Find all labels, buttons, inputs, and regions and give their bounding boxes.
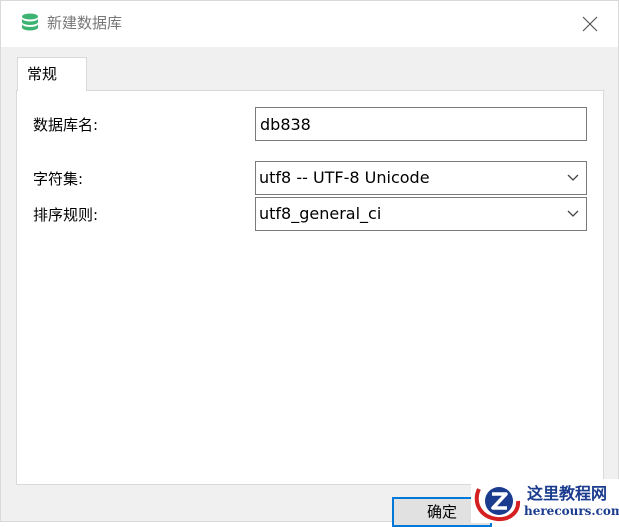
chevron-down-icon	[567, 174, 579, 181]
close-button[interactable]	[575, 9, 605, 39]
db-name-input[interactable]	[255, 107, 587, 141]
charset-label: 字符集:	[33, 170, 84, 188]
close-icon	[582, 16, 598, 32]
title-bar: 新建数据库	[1, 1, 618, 47]
general-panel	[16, 90, 604, 485]
collation-label: 排序规则:	[33, 206, 99, 224]
collation-select[interactable]: utf8_general_ci	[255, 197, 587, 231]
charset-value: utf8 -- UTF-8 Unicode	[259, 168, 430, 187]
collation-value: utf8_general_ci	[259, 204, 382, 223]
db-name-label: 数据库名:	[33, 116, 99, 134]
new-database-dialog: 新建数据库 常规 数据库名: 字符集: utf8 -- UTF-8 Unicod…	[0, 0, 619, 527]
watermark-site: herecours.com	[524, 504, 619, 518]
watermark-emblem-icon	[474, 487, 521, 522]
chevron-down-icon	[567, 210, 579, 217]
tab-general[interactable]: 常规	[17, 57, 87, 91]
database-icon	[21, 13, 39, 33]
charset-select[interactable]: utf8 -- UTF-8 Unicode	[255, 161, 587, 195]
watermark-name: 这里教程网	[527, 484, 608, 503]
window-title: 新建数据库	[47, 14, 123, 32]
watermark-logo: 这里教程网 herecours.com	[471, 479, 619, 523]
